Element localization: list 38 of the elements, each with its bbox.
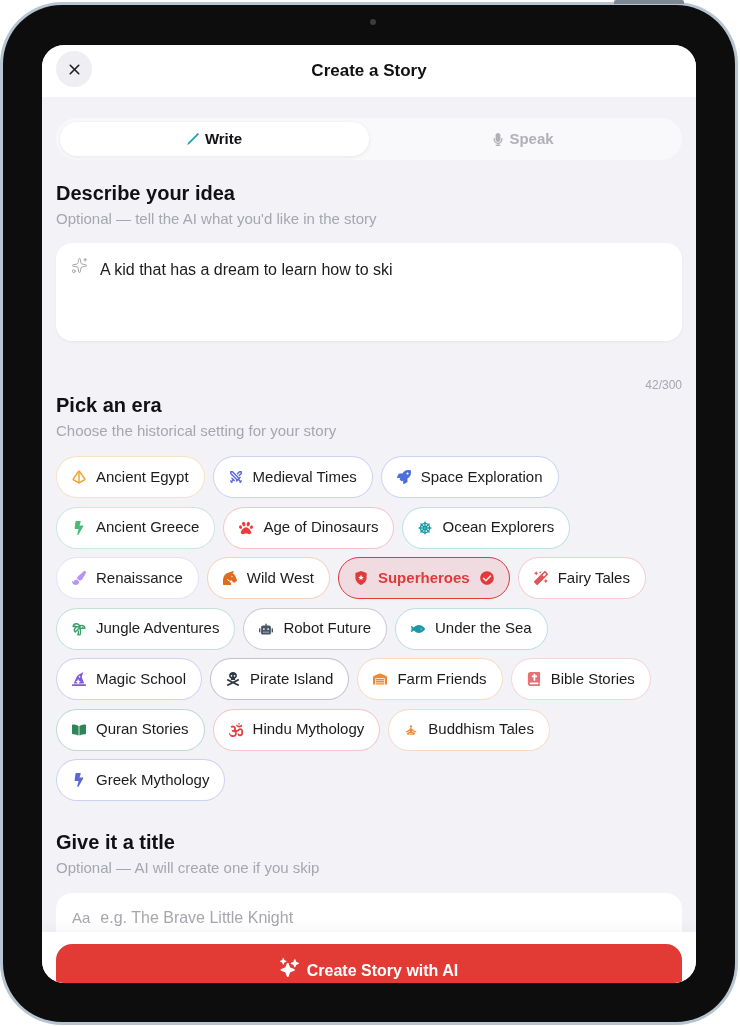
sparkles-icon: [279, 958, 299, 977]
pencil-icon: [186, 133, 199, 145]
era-chip[interactable]: Pirate Island: [210, 658, 350, 700]
era-chip[interactable]: Ocean Explorers: [402, 506, 571, 549]
idea-text-area[interactable]: A kid that has a dream to learn how to ski: [56, 243, 682, 341]
section-heading: Describe your idea: [56, 181, 236, 205]
section-subtitle: Optional — AI will create one if you skip: [56, 859, 321, 877]
era-chip[interactable]: Wild West: [206, 557, 330, 599]
screen-title: Create a Story: [311, 60, 427, 83]
power-key-drawing: [614, 0, 684, 4]
era-chip[interactable]: Medieval Times: [212, 456, 373, 498]
era-chip[interactable]: Bible Stories: [510, 658, 651, 700]
create-story-button[interactable]: Create Story with AI: [56, 944, 682, 983]
text-style-label: Aa: [72, 908, 91, 928]
era-chip[interactable]: Under the Sea: [394, 607, 548, 650]
microphone-icon: [493, 132, 504, 146]
era-chip[interactable]: Hindu Mythology: [212, 708, 381, 751]
era-chip[interactable]: Quran Stories: [56, 708, 205, 751]
era-chip[interactable]: Age of Dinosaurs: [223, 506, 395, 549]
mode-tab[interactable]: Write: [60, 122, 369, 156]
era-chip[interactable]: Renaissance: [56, 557, 199, 599]
character-counter: 42/300: [645, 378, 682, 392]
section-subtitle: Optional — tell the AI what you'd like in the story: [56, 210, 378, 228]
era-chip[interactable]: Robot Future: [243, 607, 387, 650]
close-button[interactable]: [56, 51, 92, 87]
era-chip[interactable]: Buddhism Tales: [388, 708, 550, 751]
era-chip[interactable]: Farm Friends: [357, 658, 503, 700]
era-chip[interactable]: Ancient Egypt: [56, 456, 205, 498]
era-chip[interactable]: Greek Mythology: [56, 759, 226, 801]
era-chip[interactable]: Fairy Tales: [517, 557, 646, 599]
section-subtitle: Choose the historical setting for your story: [56, 422, 338, 440]
era-chip[interactable]: Jungle Adventures: [56, 607, 236, 650]
era-chip[interactable]: Magic School: [56, 658, 203, 700]
era-chip[interactable]: Ancient Greece: [56, 506, 216, 549]
sparkles-icon: [71, 257, 88, 274]
section-heading: Give it a title: [56, 830, 176, 854]
era-chip[interactable]: Space Exploration: [380, 456, 559, 498]
section-heading: Pick an era: [56, 393, 163, 417]
